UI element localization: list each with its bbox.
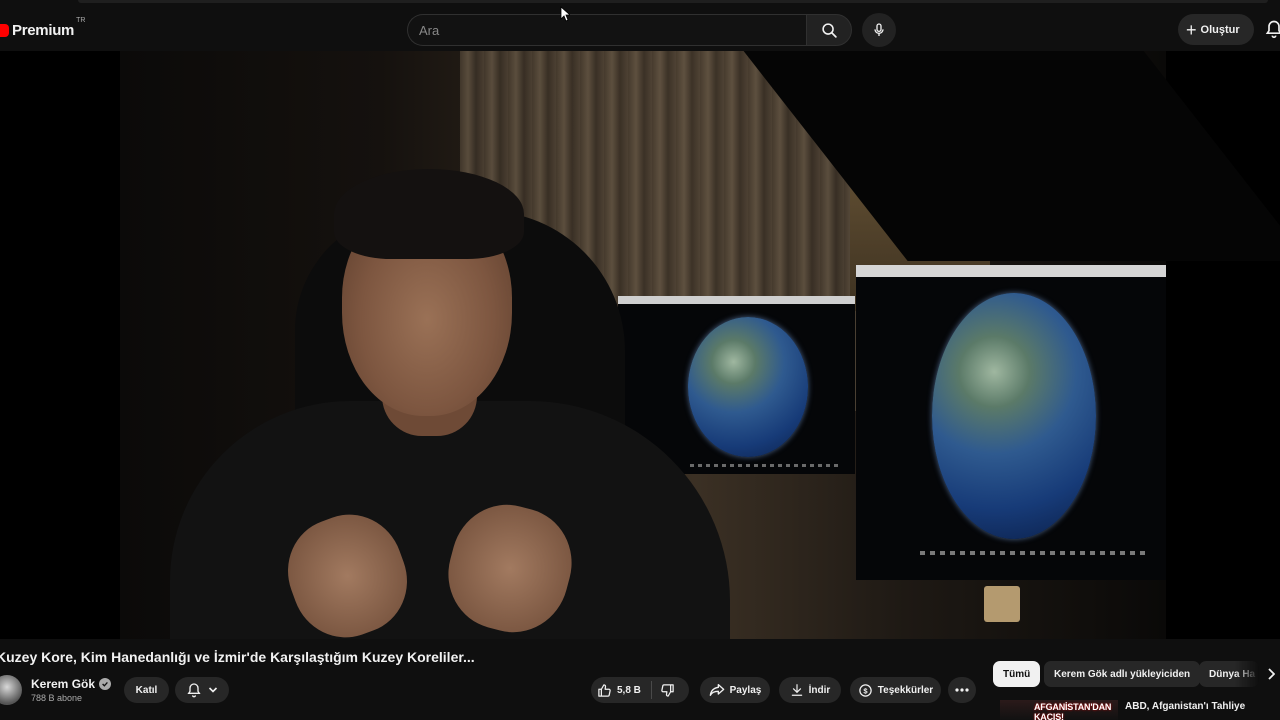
channel-name-link[interactable]: Kerem Gök [31, 677, 112, 691]
masthead: Premium TR + Oluştur [0, 0, 1280, 56]
download-icon [791, 684, 802, 696]
presenter-hair [334, 169, 524, 259]
monitor-taskbar-left [690, 464, 840, 467]
recommended-video-thumbnail[interactable]: AFGANİSTAN'DAN KAÇIŞ! [1000, 700, 1118, 720]
join-button[interactable]: Katıl [124, 677, 169, 703]
chip-world-news[interactable]: Dünya Ha [1199, 661, 1259, 687]
mouse-cursor-icon [560, 6, 570, 22]
microphone-icon [874, 23, 884, 36]
thanks-label: Teşekkürler [877, 684, 934, 696]
youtube-logo-icon [0, 23, 9, 37]
top-edge-divider [78, 0, 1268, 3]
chevron-right-icon [1268, 668, 1275, 680]
download-button[interactable]: İndir [779, 677, 841, 703]
video-title: Kuzey Kore, Kim Hanedanlığı ve İzmir'de … [0, 649, 475, 665]
channel-name: Kerem Gök [31, 677, 96, 691]
plus-icon: + [1186, 19, 1197, 40]
logo-country-code: TR [76, 17, 86, 24]
earth-globe-right [932, 293, 1096, 539]
like-divider [650, 681, 652, 699]
dislike-icon[interactable] [660, 683, 675, 698]
voice-search-button[interactable] [862, 13, 896, 47]
subscriber-count: 788 B abone [31, 693, 83, 703]
search-button[interactable] [806, 14, 852, 46]
more-horizontal-icon [955, 688, 969, 692]
monitor-taskbar-right [920, 551, 1150, 555]
search-icon [821, 22, 837, 38]
create-button[interactable]: + Oluştur [1178, 14, 1254, 45]
chip-all[interactable]: Tümü [993, 661, 1041, 687]
search-box [407, 14, 852, 46]
svg-text:$: $ [863, 686, 868, 695]
search-input[interactable] [407, 14, 806, 46]
share-button[interactable]: Paylaş [700, 677, 770, 703]
download-label: İndir [808, 684, 831, 696]
earth-globe-left [688, 317, 808, 457]
more-actions-button[interactable] [948, 677, 976, 703]
share-label: Paylaş [729, 684, 762, 696]
super-thanks-icon: $ [859, 683, 872, 697]
chips-next-button[interactable] [1262, 664, 1280, 684]
subscription-notifications-button[interactable] [175, 677, 229, 703]
bell-icon [187, 683, 201, 698]
chevron-down-icon [208, 687, 218, 693]
recommended-video-title[interactable]: ABD, Afganistan'ı Tahliye [1125, 701, 1245, 712]
video-player[interactable] [0, 51, 1280, 639]
logo-text: Premium [12, 21, 75, 39]
chip-from-uploader[interactable]: Kerem Gök adlı yükleyiciden [1044, 661, 1201, 687]
like-icon[interactable] [597, 683, 612, 698]
thumbnail-text: AFGANİSTAN'DAN KAÇIŞ! [1034, 702, 1112, 720]
youtube-premium-logo[interactable]: Premium TR [0, 17, 86, 41]
like-dislike-group: 5,8 B [591, 677, 689, 703]
video-frame [120, 51, 1280, 639]
channel-avatar[interactable] [0, 675, 22, 705]
notifications-bell-icon[interactable] [1264, 19, 1280, 39]
share-icon [709, 684, 724, 696]
like-count[interactable]: 5,8 B [617, 685, 641, 696]
create-label: Oluştur [1200, 23, 1240, 36]
wall-outlet [984, 586, 1020, 622]
thanks-button[interactable]: $ Teşekkürler [850, 677, 941, 703]
verified-badge-icon [99, 678, 112, 690]
